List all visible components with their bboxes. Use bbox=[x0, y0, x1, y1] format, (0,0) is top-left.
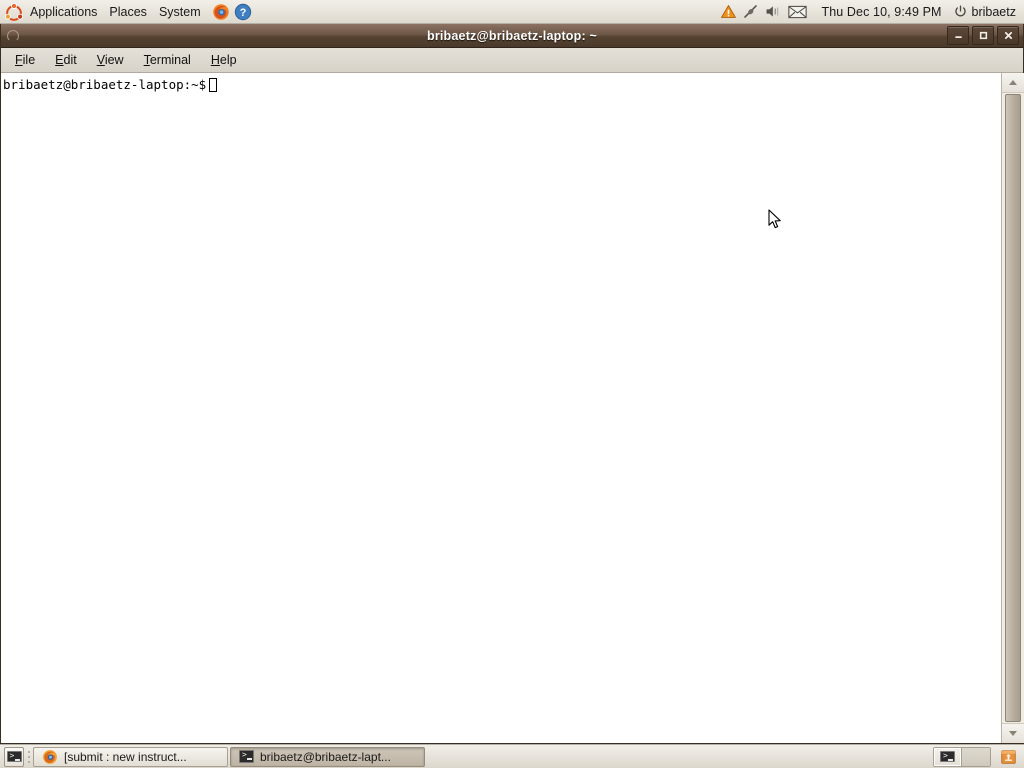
volume-icon[interactable] bbox=[763, 2, 783, 22]
menu-file[interactable]: File bbox=[5, 50, 45, 70]
user-session-menu[interactable]: bribaetz bbox=[950, 5, 1024, 19]
terminal-icon bbox=[239, 750, 254, 763]
menu-view[interactable]: View bbox=[87, 50, 134, 70]
scrollbar-track[interactable] bbox=[1001, 93, 1024, 723]
top-panel: Applications Places System ? Thu Dec 10,… bbox=[0, 0, 1024, 24]
menu-edit-mnemonic: E bbox=[55, 53, 64, 67]
terminal-menubar: File Edit View Terminal Help bbox=[1, 48, 1023, 73]
mail-envelope-icon[interactable] bbox=[788, 2, 808, 22]
show-desktop-button[interactable] bbox=[4, 746, 24, 767]
clock-applet[interactable]: Thu Dec 10, 9:49 PM bbox=[814, 5, 950, 19]
firefox-launcher-icon[interactable] bbox=[211, 2, 231, 22]
menu-view-mnemonic: V bbox=[96, 53, 105, 67]
menu-help-mnemonic: H bbox=[210, 53, 220, 67]
chevron-down-icon bbox=[1008, 731, 1017, 736]
minimize-button[interactable] bbox=[947, 26, 969, 45]
workspace-2[interactable] bbox=[962, 747, 990, 766]
places-menu-label: Places bbox=[109, 4, 147, 19]
workspace-window-thumb-icon bbox=[940, 751, 955, 762]
places-menu[interactable]: Places bbox=[103, 0, 153, 24]
chevron-up-icon bbox=[1008, 80, 1017, 85]
menu-help-label: elp bbox=[219, 53, 237, 67]
taskbar-button-firefox[interactable]: [submit : new instruct... bbox=[33, 746, 228, 767]
network-plug-icon[interactable] bbox=[741, 2, 761, 22]
help-launcher-icon[interactable]: ? bbox=[233, 2, 253, 22]
window-list-grip[interactable] bbox=[26, 748, 31, 766]
trash-icon[interactable] bbox=[997, 747, 1019, 767]
window-title: bribaetz@bribaetz-laptop: ~ bbox=[426, 28, 598, 43]
window-menu-icon[interactable] bbox=[7, 30, 19, 42]
scroll-down-button[interactable] bbox=[1001, 723, 1024, 743]
workspace-1[interactable] bbox=[934, 747, 962, 766]
update-warning-icon[interactable] bbox=[719, 2, 739, 22]
firefox-icon bbox=[42, 749, 58, 765]
menu-edit-label: dit bbox=[63, 53, 77, 67]
menu-terminal-label: erminal bbox=[149, 53, 191, 67]
scroll-up-button[interactable] bbox=[1001, 73, 1024, 93]
menu-edit[interactable]: Edit bbox=[45, 50, 87, 70]
terminal-window: bribaetz@bribaetz-laptop: ~ File Edit Vi… bbox=[0, 24, 1024, 744]
window-button-group bbox=[947, 26, 1019, 45]
workspace-switcher[interactable] bbox=[933, 746, 991, 767]
desktop-screen: Applications Places System ? Thu Dec 10,… bbox=[0, 0, 1024, 768]
menu-help[interactable]: Help bbox=[201, 50, 247, 70]
close-button[interactable] bbox=[997, 26, 1019, 45]
menu-file-mnemonic: F bbox=[15, 53, 23, 67]
terminal-body: bribaetz@bribaetz-laptop:~$ bbox=[1, 73, 1024, 743]
terminal-screen[interactable]: bribaetz@bribaetz-laptop:~$ bbox=[1, 73, 1001, 743]
svg-text:?: ? bbox=[239, 7, 246, 19]
applications-menu-label: Applications bbox=[30, 4, 98, 19]
menu-view-label: iew bbox=[104, 53, 124, 67]
menu-terminal[interactable]: Terminal bbox=[134, 50, 201, 70]
show-desktop-icon bbox=[6, 751, 22, 762]
power-icon bbox=[954, 5, 967, 18]
username-label: bribaetz bbox=[971, 4, 1016, 19]
window-titlebar[interactable]: bribaetz@bribaetz-laptop: ~ bbox=[1, 24, 1023, 48]
bottom-panel: [submit : new instruct... bribaetz@briba… bbox=[0, 744, 1024, 768]
taskbar-label-terminal: bribaetz@bribaetz-lapt... bbox=[260, 749, 391, 764]
taskbar-label-firefox: [submit : new instruct... bbox=[64, 749, 187, 764]
applications-menu[interactable]: Applications bbox=[24, 0, 103, 24]
menu-file-label: ile bbox=[22, 53, 36, 67]
shell-prompt: bribaetz@bribaetz-laptop:~$ bbox=[3, 77, 207, 92]
maximize-button[interactable] bbox=[972, 26, 994, 45]
scrollbar-thumb[interactable] bbox=[1004, 94, 1021, 722]
taskbar-button-terminal[interactable]: bribaetz@bribaetz-lapt... bbox=[230, 746, 425, 767]
text-cursor bbox=[209, 78, 218, 92]
terminal-scrollbar[interactable] bbox=[1001, 73, 1024, 743]
system-menu-label: System bbox=[158, 4, 201, 19]
ubuntu-logo-icon[interactable] bbox=[4, 2, 24, 21]
system-menu[interactable]: System bbox=[153, 0, 207, 24]
